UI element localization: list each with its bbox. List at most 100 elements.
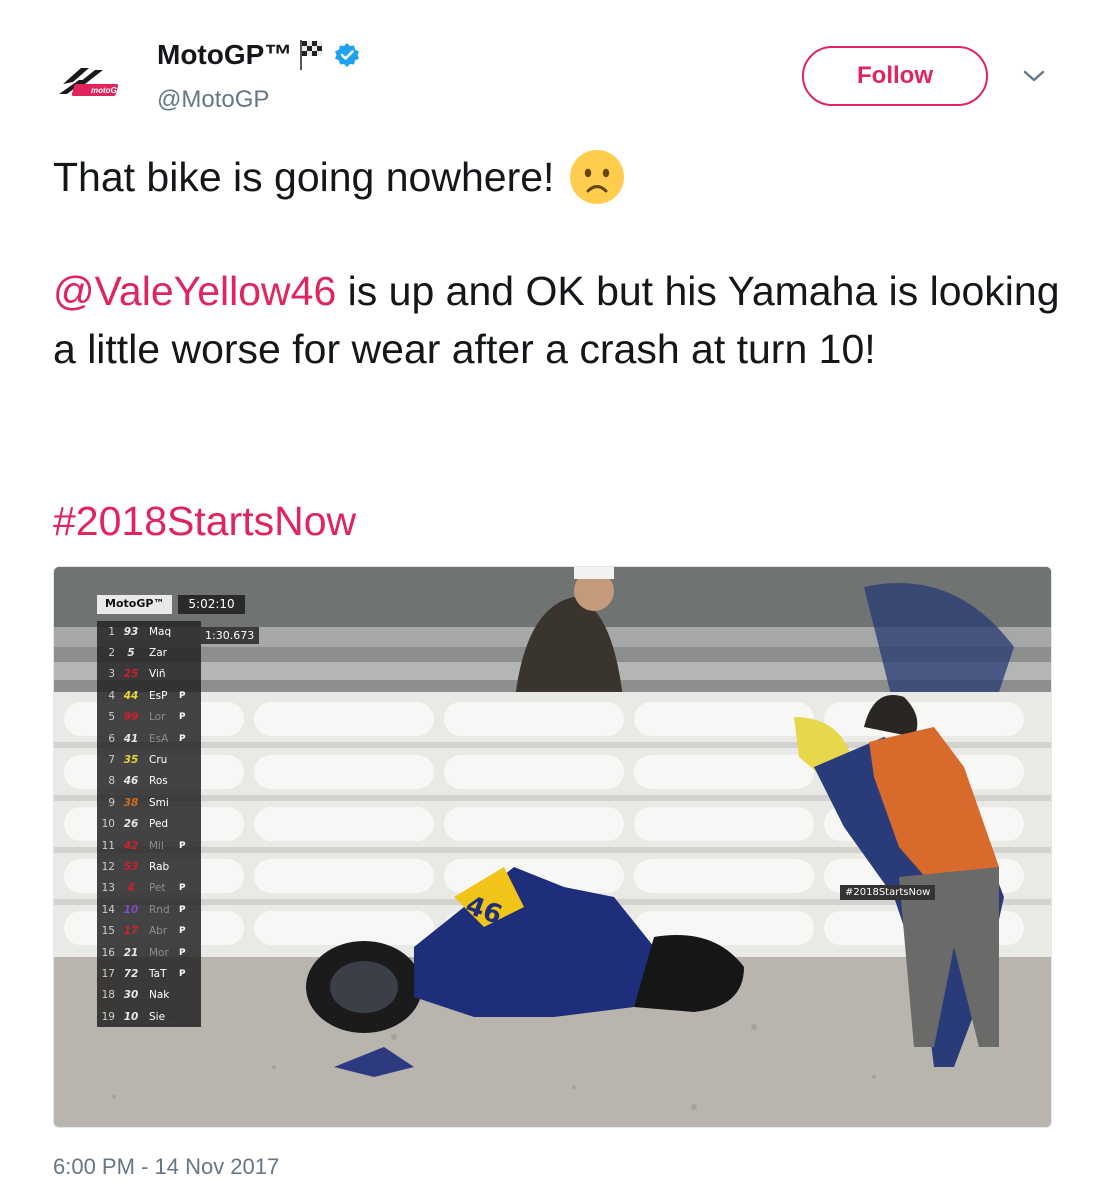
frowning-face-icon [570,150,625,204]
chevron-down-icon[interactable] [1020,64,1048,88]
account-name[interactable]: MotoGP™ [157,39,292,71]
scoreboard-position: 3 [108,668,115,681]
scoreboard-rider-code: Abr [149,925,168,938]
scoreboard-row: 1 93 Maq [97,621,201,642]
media-hashtag-overlay: #2018StartsNow [840,885,936,900]
scoreboard-pit-flag: P [179,733,186,744]
scoreboard-position: 7 [108,754,115,767]
scoreboard-pit-flag: P [179,690,186,701]
svg-text:motoGP: motoGP [91,86,123,95]
scoreboard-rider-number: 17 [123,925,139,938]
scoreboard-position: 6 [108,732,115,745]
scoreboard-rider-number: 26 [123,818,139,831]
scoreboard-rider-number: 72 [123,967,139,980]
verified-badge-icon [335,43,360,67]
scoreboard-row: 3 25 Viñ [97,664,201,685]
scoreboard-rider-number: 30 [123,989,139,1002]
scoreboard-pit-flag: P [179,968,186,979]
scoreboard-row: 13 4 Pet P [97,878,201,899]
tweet-line-1: That bike is going nowhere! [53,148,626,206]
scoreboard-row: 5 99 Lor P [97,707,201,728]
tweet-text-1: That bike is going nowhere! [53,154,555,200]
lap-time: 1:30.673 [200,627,260,644]
scoreboard-pit-flag: P [179,947,186,958]
scoreboard-rider-number: 5 [127,647,135,660]
scoreboard-row: 9 38 Smi [97,792,201,813]
scoreboard-rider-code: TaT [149,967,167,980]
scoreboard-rider-number: 10 [123,1010,139,1023]
scoreboard-row: 12 53 Rab [97,856,201,877]
scoreboard-rider-number: 38 [123,796,139,809]
scoreboard-rider-code: Rab [149,860,170,873]
scoreboard-position: 4 [108,689,115,702]
scoreboard-brand: MotoGP™ [97,595,173,614]
scoreboard-rider-code: Viñ [149,668,166,681]
scoreboard-row: 8 46 Ros [97,771,201,792]
profile-avatar[interactable]: motoGP [52,40,138,126]
scoreboard-rider-code: Pet [149,882,166,895]
scoreboard-rider-code: Sie [149,1010,166,1023]
scoreboard-pit-flag: P [179,883,186,894]
scoreboard-pit-flag: P [179,840,186,851]
scoreboard-list: 1 93 Maq 2 5 Zar 3 25 Viñ 4 44 EsP P 5 99 Lor P 6 41 EsA P 7 3… [97,621,201,1028]
hashtag-link[interactable]: #2018StartsNow [53,492,356,550]
scoreboard-rider-number: 25 [123,668,139,681]
scoreboard-rider-number: 4 [127,882,135,895]
scoreboard-rider-number: 44 [123,689,139,702]
scoreboard-row: 18 30 Nak [97,985,201,1006]
scoreboard-rider-number: 93 [123,625,139,638]
scoreboard-pit-flag: P [179,904,186,915]
tweet-media-image[interactable]: 46 MotoGP™ 5:02:10 1 93 Maq 2 5 Zar 3 25 Viñ 4 44 E… [53,566,1052,1128]
scoreboard-rider-code: Maq [149,625,172,638]
scoreboard-row: 17 72 TaT P [97,963,201,984]
scoreboard-position: 19 [101,1010,115,1023]
follow-button[interactable]: Follow [802,46,988,106]
scoreboard-row: 19 10 Sie [97,1006,201,1027]
scoreboard-rider-code: Smi [149,796,169,809]
scoreboard-position: 8 [108,775,115,788]
scoreboard-row: 15 17 Abr P [97,920,201,941]
scoreboard-rider-number: 10 [123,903,139,916]
scoreboard-clock: 5:02:10 [178,595,245,614]
race-scoreboard: MotoGP™ 5:02:10 1 93 Maq 2 5 Zar 3 25 Viñ 4 44 EsP P… [97,595,245,1028]
scoreboard-position: 11 [101,839,115,852]
account-name-row: MotoGP™ [157,38,360,72]
scoreboard-rider-number: 21 [123,946,139,959]
scoreboard-position: 12 [101,860,115,873]
scoreboard-row: 7 35 Cru [97,749,201,770]
account-handle[interactable]: @MotoGP [157,86,269,114]
tweet-timestamp[interactable]: 6:00 PM - 14 Nov 2017 [53,1154,279,1180]
scoreboard-position: 15 [101,925,115,938]
scoreboard-rider-number: 99 [123,711,139,724]
mention-link[interactable]: @ValeYellow46 [53,268,336,314]
scoreboard-position: 13 [101,882,115,895]
scoreboard-position: 17 [101,967,115,980]
scoreboard-rider-number: 46 [123,775,139,788]
scoreboard-position: 2 [108,647,115,660]
scoreboard-rider-number: 53 [123,860,139,873]
scoreboard-row: 14 10 Rnd P [97,899,201,920]
scoreboard-position: 9 [108,796,115,809]
scoreboard-header: MotoGP™ 5:02:10 [97,595,245,614]
scoreboard-row: 6 41 EsA P [97,728,201,749]
scoreboard-position: 10 [101,818,115,831]
scoreboard-rider-number: 35 [123,754,139,767]
scoreboard-rider-number: 41 [123,732,139,745]
scoreboard-row: 4 44 EsP P [97,685,201,706]
scoreboard-row: 16 21 Mor P [97,942,201,963]
checkered-flag-icon [300,40,323,70]
scoreboard-rider-code: Zar [149,647,167,660]
scoreboard-rider-code: EsP [149,689,168,702]
scoreboard-rider-number: 42 [123,839,139,852]
scoreboard-rider-code: Ped [149,818,169,831]
scoreboard-rider-code: Lor [149,711,166,724]
scoreboard-row: 11 42 Mil P [97,835,201,856]
scoreboard-position: 5 [108,711,115,724]
tweet-paragraph-2: @ValeYellow46 is up and OK but his Yamah… [53,262,1063,378]
scoreboard-position: 1 [108,625,115,638]
scoreboard-rider-code: EsA [149,732,169,745]
scoreboard-row: 2 5 Zar [97,642,201,663]
scoreboard-rider-code: Mil [149,839,164,852]
motogp-logo-icon: motoGP [59,68,123,96]
scoreboard-position: 14 [101,903,115,916]
